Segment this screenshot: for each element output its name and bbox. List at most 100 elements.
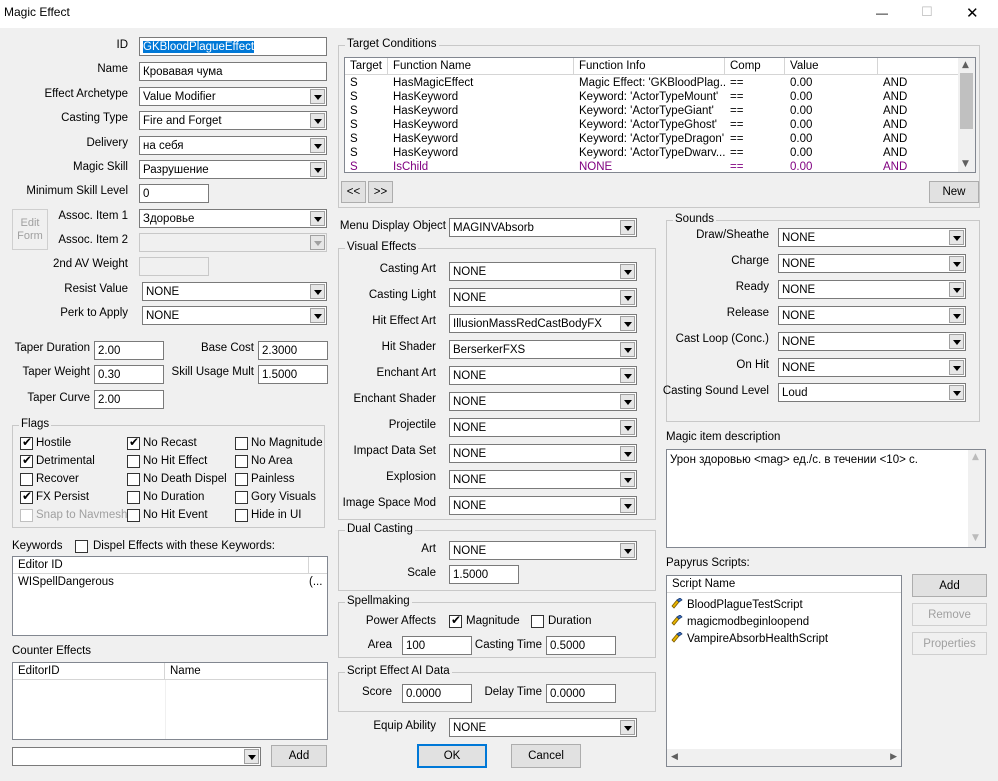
sound-ready-select[interactable]: NONE: [778, 280, 966, 299]
flag-painless-checkbox[interactable]: [235, 473, 248, 486]
scroll-right-icon[interactable]: ▶: [890, 752, 897, 762]
target-header-function-name[interactable]: Function Name: [388, 58, 574, 75]
resist-select[interactable]: NONE: [142, 282, 327, 301]
enchant-art-select[interactable]: NONE: [449, 366, 637, 385]
sound-cast-loop-conc--select[interactable]: NONE: [778, 332, 966, 351]
maximize-icon[interactable]: ☐: [921, 4, 933, 20]
taper-duration-field[interactable]: 2.00: [94, 341, 164, 360]
table-row[interactable]: S HasKeyword Keyword: 'ActorTypeDwarv... ==…: [345, 146, 960, 160]
counter-header-editorid[interactable]: EditorID: [13, 663, 165, 680]
horizontal-scrollbar[interactable]: ◀ ▶: [667, 749, 901, 766]
target-conditions-list[interactable]: Target Function Name Function Info Comp Valu…: [344, 57, 976, 173]
min-skill-field[interactable]: 0: [139, 184, 209, 203]
description-textarea[interactable]: Урон здоровью <mag> ед./с. в течении <10…: [666, 449, 986, 548]
base-cost-field[interactable]: 2.3000: [258, 341, 328, 360]
image-space-mod-select[interactable]: NONE: [449, 496, 637, 515]
flag-snap-to-navmesh-checkbox[interactable]: [20, 509, 33, 522]
casting-art-select[interactable]: NONE: [449, 262, 637, 281]
flag-no-recast-checkbox[interactable]: [127, 435, 140, 450]
flag-no-area-checkbox[interactable]: [235, 455, 248, 468]
flag-no-hit-event-checkbox[interactable]: [127, 509, 140, 522]
taper-curve-field[interactable]: 2.00: [94, 390, 164, 409]
sound-charge-select[interactable]: NONE: [778, 254, 966, 273]
flag-no-hit-effect-checkbox[interactable]: [127, 455, 140, 468]
flag-no-death-dispel-checkbox[interactable]: [127, 473, 140, 486]
target-header-value[interactable]: Value: [785, 58, 878, 75]
dispel-keywords-checkbox[interactable]: [75, 540, 88, 553]
id-field[interactable]: GKBloodPlagueEffect: [139, 37, 327, 56]
sound-release-select[interactable]: NONE: [778, 306, 966, 325]
list-item[interactable]: WISpellDangerous (...: [13, 575, 327, 589]
ok-button[interactable]: OK: [417, 744, 487, 768]
hit-shader-select[interactable]: BerserkerFXS: [449, 340, 637, 359]
papyrus-scripts-list[interactable]: Script Name BloodPlagueTestScript magicmo…: [666, 575, 902, 767]
flag-no-magnitude-checkbox[interactable]: [235, 437, 248, 450]
flag-hostile-checkbox[interactable]: [20, 435, 33, 450]
script-properties-button[interactable]: Properties: [912, 632, 987, 655]
edit-form-button[interactable]: Edit Form: [12, 209, 48, 250]
score-field[interactable]: 0.0000: [402, 684, 472, 703]
projectile-select[interactable]: NONE: [449, 418, 637, 437]
scripts-header-name[interactable]: Script Name: [667, 576, 901, 593]
magic-skill-select[interactable]: Разрушение: [139, 160, 327, 179]
duration-checkbox[interactable]: [531, 615, 544, 628]
scroll-left-icon[interactable]: ◀: [671, 752, 678, 762]
enchant-shader-select[interactable]: NONE: [449, 392, 637, 411]
target-header-op[interactable]: [878, 58, 960, 75]
scroll-down-icon[interactable]: ▼: [972, 533, 979, 543]
vertical-scrollbar[interactable]: ▲ ▼: [958, 58, 975, 172]
prev-condition-button[interactable]: <<: [341, 181, 366, 203]
taper-weight-field[interactable]: 0.30: [94, 365, 164, 384]
impact-data-set-select[interactable]: NONE: [449, 444, 637, 463]
casting-type-select[interactable]: Fire and Forget: [139, 111, 327, 130]
target-header-function-info[interactable]: Function Info: [574, 58, 725, 75]
cancel-button[interactable]: Cancel: [511, 744, 581, 768]
flag-hide-in-ui-checkbox[interactable]: [235, 509, 248, 522]
keywords-header-extra[interactable]: [309, 557, 327, 574]
flag-fx-persist-checkbox[interactable]: [20, 489, 33, 504]
perk-select[interactable]: NONE: [142, 306, 327, 325]
description-scrollbar[interactable]: ▲ ▼: [968, 450, 985, 547]
scroll-up-icon[interactable]: ▲: [962, 60, 969, 70]
table-row[interactable]: S HasKeyword Keyword: 'ActorTypeDragon' == 0…: [345, 132, 960, 146]
list-item[interactable]: magicmodbeginloopend: [671, 614, 896, 629]
menu-display-select[interactable]: MAGINVAbsorb: [449, 218, 637, 237]
dual-art-select[interactable]: NONE: [449, 541, 637, 560]
hit-effect-art-select[interactable]: IllusionMassRedCastBodyFX: [449, 314, 637, 333]
counter-header-name[interactable]: Name: [165, 663, 327, 680]
keywords-header-editor-id[interactable]: Editor ID: [13, 557, 309, 574]
table-row[interactable]: S HasKeyword Keyword: 'ActorTypeMount' == 0.…: [345, 90, 960, 104]
table-row[interactable]: S HasMagicEffect Magic Effect: 'GKBloodPla…: [345, 76, 960, 90]
scroll-thumb[interactable]: [960, 73, 973, 129]
minimize-icon[interactable]: —: [876, 6, 888, 20]
next-condition-button[interactable]: >>: [368, 181, 393, 203]
sound-draw-sheathe-select[interactable]: NONE: [778, 228, 966, 247]
delay-time-field[interactable]: 0.0000: [546, 684, 616, 703]
equip-ability-select[interactable]: NONE: [449, 718, 637, 737]
counter-add-button[interactable]: Add: [271, 745, 327, 767]
flag-gory-visuals-checkbox[interactable]: [235, 491, 248, 504]
magnitude-checkbox[interactable]: [449, 613, 462, 628]
scroll-down-icon[interactable]: ▼: [962, 159, 969, 169]
target-header-target[interactable]: Target: [345, 58, 388, 75]
target-header-comp[interactable]: Comp: [725, 58, 785, 75]
script-add-button[interactable]: Add: [912, 574, 987, 597]
keywords-list[interactable]: Editor ID WISpellDangerous (...: [12, 556, 328, 636]
scroll-up-icon[interactable]: ▲: [972, 452, 979, 462]
archetype-select[interactable]: Value Modifier: [139, 87, 327, 106]
area-field[interactable]: 100: [402, 636, 472, 655]
casting-light-select[interactable]: NONE: [449, 288, 637, 307]
close-icon[interactable]: ✕: [966, 4, 979, 22]
counter-effect-select[interactable]: [12, 747, 261, 766]
flag-recover-checkbox[interactable]: [20, 473, 33, 486]
table-row[interactable]: S IsChild NONE == 0.00 AND: [345, 160, 960, 172]
assoc1-select[interactable]: Здоровье: [139, 209, 327, 228]
name-field[interactable]: Кровавая чума: [139, 62, 327, 81]
counter-effects-list[interactable]: EditorID Name: [12, 662, 328, 740]
table-row[interactable]: S HasKeyword Keyword: 'ActorTypeGhost' == 0.…: [345, 118, 960, 132]
sound-level-select[interactable]: Loud: [778, 383, 966, 402]
list-item[interactable]: VampireAbsorbHealthScript: [671, 631, 896, 646]
script-remove-button[interactable]: Remove: [912, 603, 987, 626]
table-row[interactable]: S HasKeyword Keyword: 'ActorTypeGiant' == 0.…: [345, 104, 960, 118]
av-weight-field[interactable]: [139, 257, 209, 276]
